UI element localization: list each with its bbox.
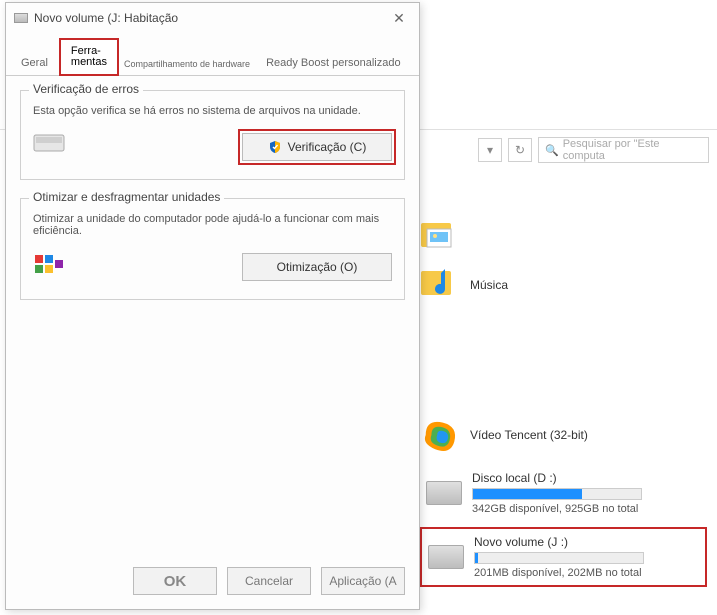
drive-item-d[interactable]: Disco local (D :) 342GB disponível, 925G… [420, 465, 707, 521]
drive-properties-dialog: Novo volume (J: Habitação ✕ Geral Ferra-… [5, 2, 420, 610]
group-optimize: Otimizar e desfragmentar unidades Otimiz… [20, 198, 405, 300]
drive-icon [428, 545, 464, 569]
check-drive-button[interactable]: Verificação (C) [242, 133, 392, 161]
optimize-drive-button[interactable]: Otimização (O) [242, 253, 392, 281]
search-placeholder: Pesquisar por "Este computa [563, 138, 702, 162]
refresh-button[interactable]: ↻ [508, 138, 532, 162]
drive-sub: 342GB disponível, 925GB no total [472, 503, 701, 515]
drive-label: Disco local (D :) [472, 471, 701, 485]
drive-item-j[interactable]: Novo volume (J :) 201MB disponível, 202M… [420, 527, 707, 587]
library-item-label: Música [470, 278, 707, 292]
tab-tools[interactable]: Ferra- mentas [59, 38, 119, 76]
library-item-pictures[interactable] [420, 215, 707, 255]
pictures-icon [420, 215, 460, 255]
search-input[interactable]: 🔍 Pesquisar por "Este computa [538, 137, 709, 163]
apply-button[interactable]: Aplicação (A [321, 567, 405, 595]
button-label: Otimização (O) [277, 260, 358, 274]
group-description: Esta opção verifica se há erros no siste… [33, 105, 392, 117]
tencent-icon [420, 415, 460, 455]
tab-readyboost[interactable]: Ready Boost personalizado [255, 50, 412, 75]
storage-bar [474, 552, 644, 564]
dialog-title: Novo volume (J: Habitação [34, 11, 178, 25]
shield-check-icon [268, 140, 282, 154]
tab-general[interactable]: Geral [10, 50, 59, 75]
program-item-tencent[interactable]: Vídeo Tencent (32-bit) [420, 415, 707, 455]
explorer-content: Música Vídeo Tencent (32-bit) Disco loca… [420, 170, 707, 605]
ok-button[interactable]: OK [133, 567, 217, 595]
drive-sub: 201MB disponível, 202MB no total [474, 567, 699, 579]
music-icon [420, 265, 460, 305]
group-legend: Otimizar e desfragmentar unidades [29, 190, 224, 204]
group-description: Otimizar a unidade do computador pode aj… [33, 213, 392, 237]
chevron-down-icon: ▾ [487, 143, 493, 157]
dialog-tabstrip: Geral Ferra- mentas Compartilhamento de … [6, 33, 419, 76]
tab-hardware-sharing[interactable]: Compartilhamento de hardware [119, 52, 255, 75]
library-item-music[interactable]: Música [420, 265, 707, 305]
refresh-icon: ↻ [515, 143, 525, 157]
explorer-toolbar: ▾ ↻ 🔍 Pesquisar por "Este computa [470, 135, 717, 165]
drive-label: Novo volume (J :) [474, 535, 699, 549]
cancel-button[interactable]: Cancelar [227, 567, 311, 595]
search-icon: 🔍 [545, 144, 559, 157]
dialog-footer: OK Cancelar Aplicação (A [6, 557, 419, 609]
dialog-body: Verificação de erros Esta opção verifica… [6, 76, 419, 557]
storage-bar [472, 488, 642, 500]
drive-check-icon [33, 131, 65, 163]
drive-icon [426, 481, 462, 505]
dialog-titlebar: Novo volume (J: Habitação ✕ [6, 3, 419, 33]
drive-icon [14, 13, 28, 23]
group-legend: Verificação de erros [29, 82, 143, 96]
group-error-check: Verificação de erros Esta opção verifica… [20, 90, 405, 180]
close-button[interactable]: ✕ [387, 6, 411, 30]
address-dropdown-button[interactable]: ▾ [478, 138, 502, 162]
program-item-label: Vídeo Tencent (32-bit) [470, 428, 707, 442]
button-label: Verificação (C) [288, 140, 367, 154]
close-icon: ✕ [393, 10, 405, 26]
defrag-icon [33, 251, 65, 283]
